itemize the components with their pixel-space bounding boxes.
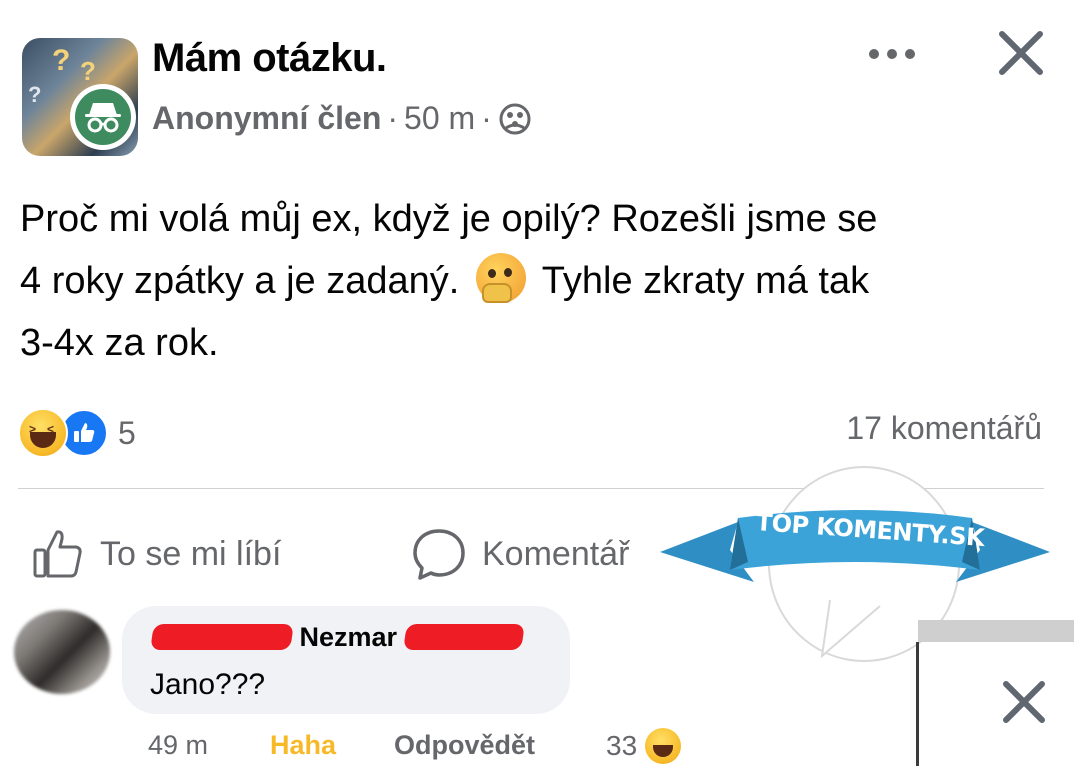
post-text-segment: Tyhle zkraty má tak	[541, 260, 870, 302]
comment-label: Komentář	[482, 534, 630, 573]
comments-count-link[interactable]: 17 komentářů	[846, 410, 1042, 447]
group-title[interactable]: Mám otázku.	[152, 36, 387, 81]
comment-bubble-icon	[413, 529, 465, 580]
question-mark-graphic: ?	[28, 82, 42, 107]
comment-time[interactable]: 49 m	[148, 730, 208, 761]
overlay-panel-edge	[916, 642, 919, 766]
commenter-name-visible: Nezmar	[299, 622, 398, 652]
comment-button[interactable]: Komentář	[410, 526, 629, 582]
watermark-bubble-tail	[820, 600, 881, 659]
close-icon	[1003, 681, 1045, 723]
like-label: To se mi líbí	[100, 534, 282, 573]
reaction-count: 5	[118, 414, 136, 451]
more-options-button[interactable]	[862, 36, 922, 72]
like-button[interactable]: To se mi líbí	[30, 526, 281, 582]
comment-text: Jano???	[150, 668, 266, 701]
question-mark-graphic: ?	[80, 56, 96, 86]
post-text-line: 4 roky zpátky a je zadaný. Tyhle zkraty …	[20, 250, 1040, 312]
thinking-face-icon	[475, 253, 526, 303]
author-name[interactable]: Anonymní člen	[152, 100, 381, 137]
post-time[interactable]: 50 m	[404, 100, 475, 137]
post-text-line: Proč mi volá můj ex, když je opilý? Roze…	[20, 198, 878, 240]
post-text-line: 3-4x za rok.	[20, 322, 219, 364]
overlay-panel-bar	[918, 620, 1074, 642]
close-button[interactable]	[990, 22, 1052, 84]
comment-reaction-count-value: 33	[606, 730, 638, 761]
haha-reaction-icon: > <	[18, 408, 68, 458]
post-meta: Anonymní člen · 50 m ·	[152, 100, 532, 137]
post-text-segment: 4 roky zpátky a je zadaný.	[20, 260, 460, 302]
reactions-summary[interactable]: > < 5	[18, 408, 136, 458]
separator: ·	[481, 100, 492, 136]
comment-reaction-button[interactable]: Haha	[270, 730, 336, 761]
anonymous-member-badge	[70, 84, 136, 150]
thumbs-up-icon	[33, 530, 82, 578]
comment-reaction-count[interactable]: 33	[606, 728, 682, 764]
commenter-avatar[interactable]	[14, 610, 110, 694]
close-icon	[999, 31, 1043, 75]
more-dots-icon	[869, 49, 915, 59]
incognito-icon	[85, 103, 121, 133]
comment-reply-button[interactable]: Odpovědět	[394, 730, 535, 761]
group-privacy-icon	[499, 103, 531, 134]
separator: ·	[387, 100, 399, 136]
redaction-mark	[402, 624, 525, 650]
commenter-name[interactable]: Nezmar	[150, 622, 525, 653]
overlay-close-button[interactable]	[998, 676, 1050, 728]
post-body: Proč mi volá můj ex, když je opilý? Roze…	[20, 188, 1040, 374]
redaction-mark	[150, 624, 294, 650]
question-mark-graphic: ?	[52, 44, 71, 77]
haha-reaction-icon	[645, 728, 682, 764]
